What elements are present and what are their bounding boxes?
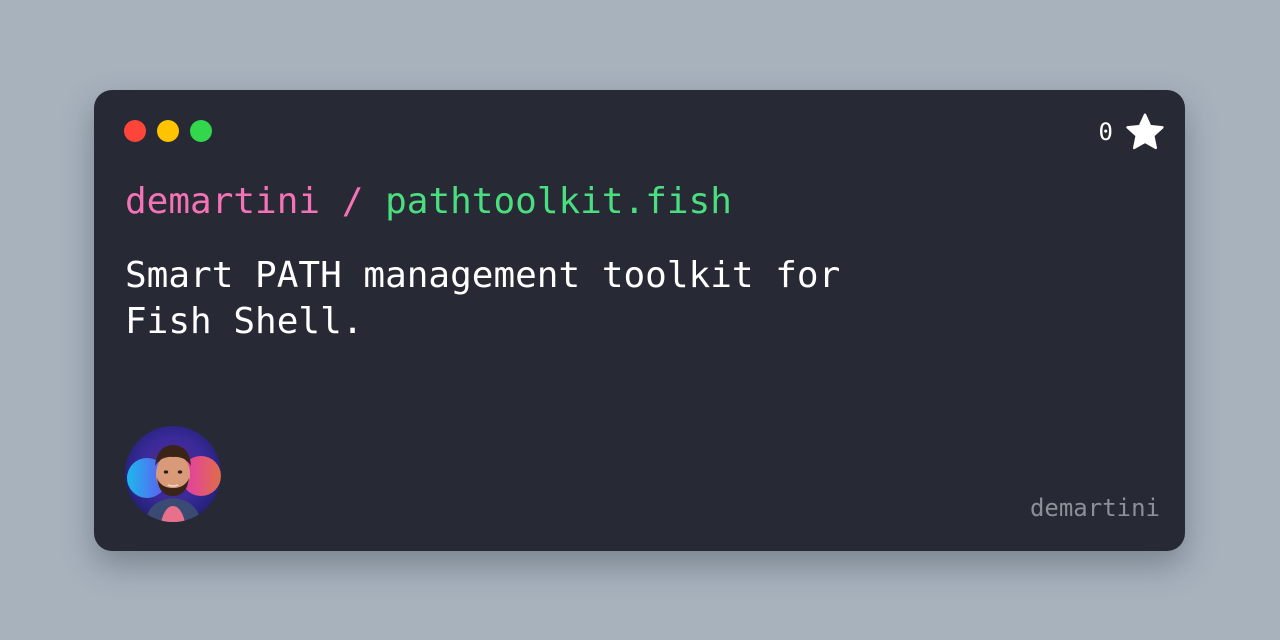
avatar bbox=[125, 426, 221, 522]
window-controls bbox=[124, 120, 212, 142]
maximize-dot bbox=[190, 120, 212, 142]
repo-separator: / bbox=[320, 181, 386, 222]
star-count: 0 bbox=[1099, 112, 1165, 152]
repo-description: Smart PATH management toolkit for Fish S… bbox=[125, 255, 841, 342]
minimize-dot bbox=[157, 120, 179, 142]
star-icon bbox=[1125, 112, 1165, 152]
repo-owner[interactable]: demartini bbox=[125, 181, 320, 222]
repo-card: 0 demartini / pathtoolkit.fish Smart PAT… bbox=[94, 90, 1185, 551]
repo-title[interactable]: demartini / pathtoolkit.fish bbox=[125, 178, 732, 226]
repo-name[interactable]: pathtoolkit.fish bbox=[385, 181, 732, 222]
star-count-value: 0 bbox=[1098, 118, 1113, 146]
close-dot bbox=[124, 120, 146, 142]
author-username[interactable]: demartini bbox=[1030, 492, 1160, 524]
